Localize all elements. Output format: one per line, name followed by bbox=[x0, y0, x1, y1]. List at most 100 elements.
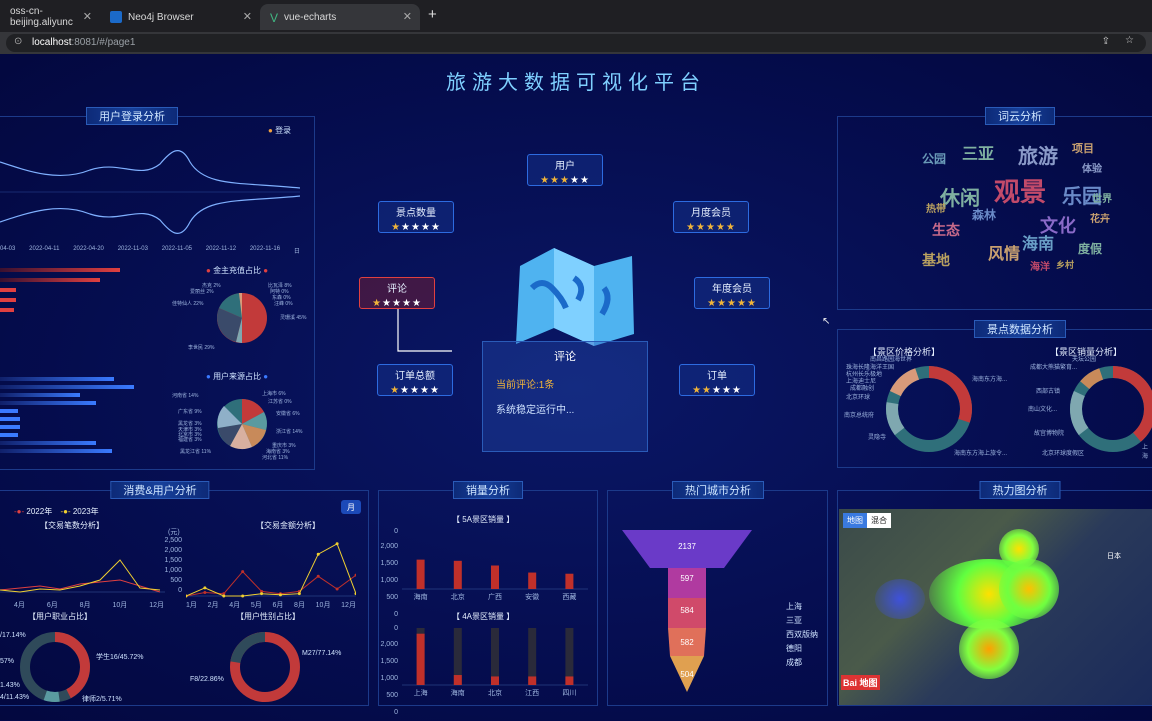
data-point bbox=[336, 542, 339, 545]
scenic-labels: 南昌路园海世界 珠海长隆海洋王国 杭州长乐极地 上海迪士尼 成都融创 北京环球 … bbox=[838, 352, 1148, 460]
data-point bbox=[241, 595, 244, 598]
bar-mark bbox=[0, 385, 134, 389]
address-bar: ⊙ localhost:8081/#/page1 ⇪ ☆ bbox=[0, 32, 1152, 54]
bookmark-star-icon[interactable]: ☆ bbox=[1125, 35, 1134, 46]
bar-mark bbox=[0, 288, 16, 292]
count-line-chart bbox=[0, 534, 165, 596]
vue-favicon-icon: V bbox=[270, 11, 278, 23]
a4-title: 【 4A景区销量 】 bbox=[452, 611, 514, 622]
data-point bbox=[241, 570, 244, 573]
heat-map[interactable]: 地图 混合 日本 Bai 地图 bbox=[839, 509, 1152, 705]
source-title: ● 用户来源占比 ● bbox=[206, 371, 268, 382]
connector-line bbox=[396, 309, 456, 354]
bar-mark bbox=[565, 574, 573, 589]
message-status: 系统稳定运行中... bbox=[496, 401, 647, 416]
map-icon bbox=[514, 248, 636, 348]
a5-bar-chart bbox=[402, 542, 588, 590]
heat-spot bbox=[875, 579, 925, 619]
heat-spot bbox=[959, 619, 1019, 679]
data-point bbox=[279, 593, 282, 596]
bar-mark bbox=[0, 433, 18, 437]
city-list: 上海三亚西双版纳德阳成都 bbox=[786, 600, 818, 670]
a4-x-axis: 上海海南北京江西四川 bbox=[402, 688, 588, 698]
new-tab-button[interactable]: + bbox=[428, 6, 437, 23]
sales-panel-title: 销量分析 bbox=[453, 481, 523, 499]
bar-mark bbox=[0, 278, 100, 282]
site-info-icon[interactable]: ⊙ bbox=[14, 36, 22, 47]
map-type-hybrid-button[interactable]: 混合 bbox=[867, 513, 891, 528]
source-bars bbox=[0, 377, 134, 453]
bar-mark bbox=[0, 409, 18, 413]
login-date-axis: 04-032022-04-112022-04-202022-11-032022-… bbox=[0, 246, 300, 255]
a4-y-axis: 2,0001,5001,0005000 bbox=[376, 636, 398, 721]
bar-mark bbox=[491, 676, 499, 685]
bar-mark bbox=[454, 675, 462, 685]
close-tab-icon[interactable]: ✕ bbox=[83, 10, 92, 23]
tab-vue-echarts[interactable]: Vvue-echarts✕ bbox=[260, 4, 420, 30]
consume-title: 消费&用户分析 bbox=[110, 481, 209, 499]
series-line bbox=[186, 572, 356, 596]
a5-x-axis: 海南北京广西安徽西藏 bbox=[402, 592, 588, 602]
stat-scenic-count[interactable]: 景点数量★★★★★ bbox=[378, 201, 454, 233]
bar-mark bbox=[0, 377, 114, 381]
count-title: 【交易笔数分析】 bbox=[40, 520, 104, 531]
bar-mark bbox=[565, 676, 573, 685]
map-type-toggle: 地图 混合 bbox=[843, 513, 891, 528]
stat-monthly-member[interactable]: 月度会员★★★★★ bbox=[673, 201, 749, 233]
wordcloud: 三亚 旅游 项目 休闲 观景 乐园 风情 基地 文化 海南 乡村 公园 生态 度… bbox=[922, 140, 1118, 276]
data-point bbox=[336, 588, 339, 591]
mouse-cursor-icon: ↖ bbox=[822, 316, 829, 328]
tab-oss[interactable]: oss-cn-beijing.aliyunc✕ bbox=[0, 4, 100, 30]
hotcity-title: 热门城市分析 bbox=[672, 481, 764, 499]
consume-legend: -●- 2022年 -●- 2023年 bbox=[14, 506, 99, 517]
map-type-map-button[interactable]: 地图 bbox=[843, 513, 867, 528]
bar-mark bbox=[0, 393, 80, 397]
message-comment-count: 当前评论:1条 bbox=[496, 376, 647, 391]
baidu-logo: Bai 地图 bbox=[841, 675, 880, 690]
scenic-title: 景点数据分析 bbox=[974, 320, 1066, 338]
login-panel-title: 用户登录分析 bbox=[86, 107, 178, 125]
recharge-title: ● 金主充值占比 ● bbox=[206, 265, 268, 276]
data-point bbox=[317, 575, 320, 578]
data-point bbox=[222, 595, 225, 598]
url-input[interactable]: ⊙ localhost:8081/#/page1 ⇪ ☆ bbox=[6, 34, 1146, 52]
a5-y-axis: 2,0001,5001,0005000 bbox=[376, 538, 398, 623]
bar-mark bbox=[0, 441, 96, 445]
wordcloud-title: 词云分析 bbox=[985, 107, 1055, 125]
recharge-labels: 杰克 2% 爱丽丝 2% 佳特仙人 22% 李世民 29% 比瓦泽 8% 阿特 … bbox=[160, 282, 310, 352]
count-x-axis: 4月6月8月10月12月 bbox=[14, 600, 164, 610]
tab-neo4j[interactable]: Neo4j Browser✕ bbox=[100, 4, 260, 30]
bar-mark bbox=[528, 573, 536, 589]
heatmap-title: 热力图分析 bbox=[980, 481, 1061, 499]
stat-comments[interactable]: 评论★★★★★ bbox=[359, 277, 435, 309]
bar-mark bbox=[0, 298, 16, 302]
series-line bbox=[186, 544, 356, 596]
login-legend: ● 登录 bbox=[268, 125, 291, 136]
share-icon[interactable]: ⇪ bbox=[1102, 36, 1110, 47]
bar-mark bbox=[528, 676, 536, 685]
data-point bbox=[298, 592, 301, 595]
data-point bbox=[355, 592, 357, 595]
gender-title: 【用户性别占比】 bbox=[236, 611, 300, 622]
neo4j-favicon-icon bbox=[110, 11, 122, 23]
close-tab-icon[interactable]: ✕ bbox=[403, 10, 412, 23]
source-labels: 河南省 14% 广东省 9% 黑龙省 3% 天津市 3% 北京市 3% 福建省 … bbox=[160, 388, 310, 460]
close-tab-icon[interactable]: ✕ bbox=[243, 10, 252, 23]
a5-title: 【 5A景区销量 】 bbox=[452, 514, 514, 525]
stat-order-total[interactable]: 订单总额★★★★★ bbox=[377, 364, 453, 396]
bar-mark bbox=[454, 561, 462, 589]
stat-orders[interactable]: 订单★★★★★ bbox=[679, 364, 755, 396]
a4-y-top: 0 bbox=[376, 625, 398, 632]
map-label-japan: 日本 bbox=[1107, 551, 1121, 561]
page-title: 旅游大数据可视化平台 bbox=[0, 66, 1152, 95]
bar-mark bbox=[491, 566, 499, 590]
job-title: 【用户职业占比】 bbox=[28, 611, 92, 622]
bar-mark bbox=[0, 417, 20, 421]
stat-users[interactable]: 用户★★★★★ bbox=[527, 154, 603, 186]
data-point bbox=[317, 553, 320, 556]
a4-bar-chart bbox=[402, 628, 588, 686]
bar-mark bbox=[0, 268, 120, 272]
stat-annual-member[interactable]: 年度会员★★★★★ bbox=[694, 277, 770, 309]
month-toggle-button[interactable]: 月 bbox=[341, 500, 361, 514]
data-point bbox=[203, 591, 206, 594]
